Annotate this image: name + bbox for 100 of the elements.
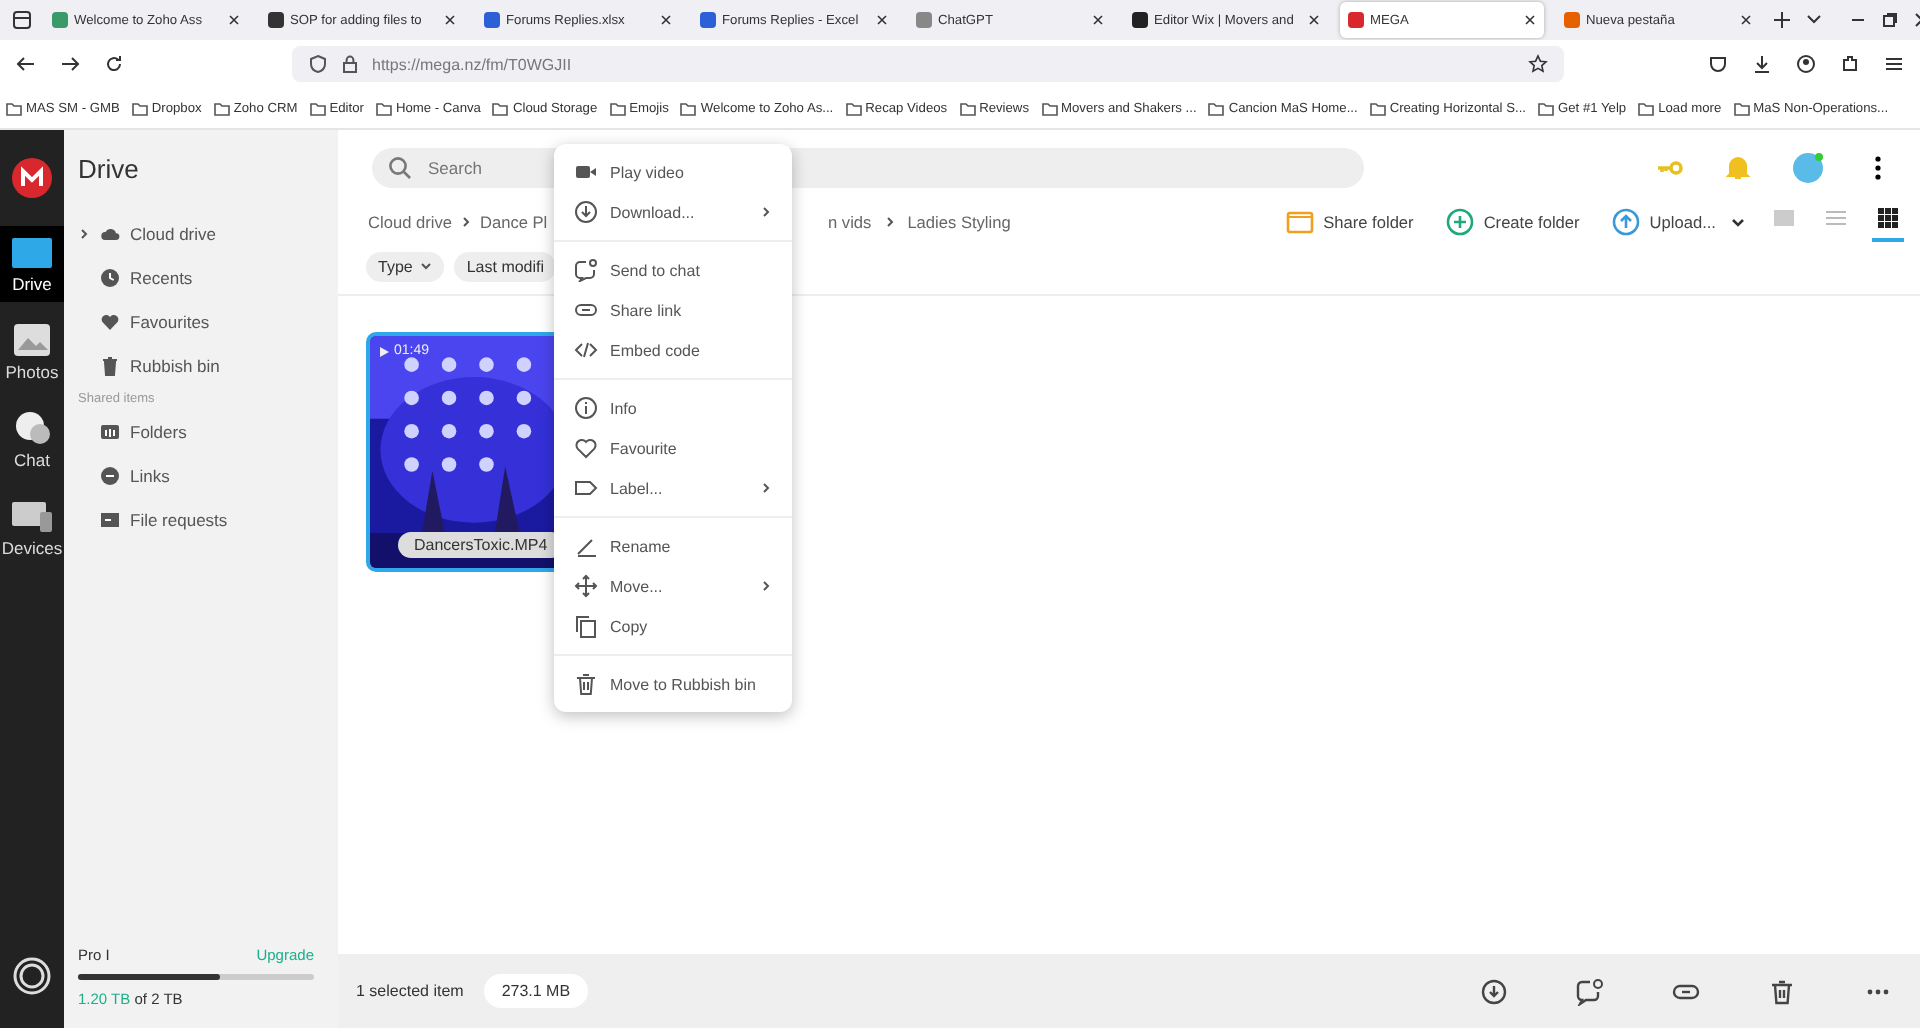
folder-icon bbox=[1537, 101, 1554, 115]
folder-icon bbox=[10, 234, 54, 270]
close-icon[interactable] bbox=[876, 14, 888, 26]
close-icon[interactable] bbox=[228, 14, 240, 26]
close-icon[interactable] bbox=[1092, 14, 1104, 26]
sidebar-item[interactable]: Rubbish bin bbox=[78, 344, 338, 388]
close-icon[interactable] bbox=[1740, 14, 1752, 26]
video-icon bbox=[574, 160, 598, 184]
rail-tab[interactable]: Photos bbox=[0, 314, 64, 390]
pocket-icon[interactable] bbox=[1708, 54, 1728, 74]
download-icon[interactable] bbox=[1752, 54, 1772, 74]
folder-icon bbox=[492, 101, 509, 115]
close-icon[interactable] bbox=[1524, 14, 1536, 26]
selection-size: 273.1 MB bbox=[483, 974, 589, 1008]
folder-icon bbox=[680, 101, 697, 115]
folder-icon bbox=[131, 101, 148, 115]
toolbar-button[interactable]: Upload... bbox=[1611, 208, 1716, 236]
site-icon bbox=[268, 12, 284, 28]
toolbar-button[interactable]: Create folder bbox=[1445, 208, 1580, 236]
copy-icon bbox=[574, 614, 598, 638]
grid-icon bbox=[1876, 206, 1900, 230]
shield-icon bbox=[308, 54, 328, 74]
folders-icon bbox=[100, 422, 120, 442]
breadcrumb-link[interactable]: Cloud drive bbox=[368, 212, 452, 232]
address-bar[interactable]: https://mega.nz/fm/T0WGJII bbox=[292, 46, 1564, 82]
folder-icon bbox=[845, 101, 862, 115]
menu-item[interactable]: Download... bbox=[554, 192, 792, 232]
sidebar-item[interactable]: Recents bbox=[78, 256, 338, 300]
breadcrumb-link[interactable]: n vids bbox=[828, 212, 872, 232]
menu-item[interactable]: Move... bbox=[554, 566, 792, 606]
new-tab-icon[interactable] bbox=[1772, 10, 1792, 30]
extensions-icon[interactable] bbox=[1840, 54, 1860, 74]
rail-tab[interactable]: Chat bbox=[0, 402, 64, 478]
chevron-right-icon bbox=[883, 216, 896, 228]
rail-tab[interactable]: Drive bbox=[0, 226, 64, 302]
mega-logo[interactable] bbox=[12, 158, 52, 198]
close-icon[interactable] bbox=[660, 14, 672, 26]
lock-icon bbox=[340, 54, 360, 74]
site-icon bbox=[52, 12, 68, 28]
chat-icon bbox=[574, 258, 598, 282]
folder-icon bbox=[6, 101, 22, 115]
site-icon bbox=[1132, 12, 1148, 28]
link-icon bbox=[100, 466, 120, 486]
close-icon[interactable] bbox=[1308, 14, 1320, 26]
menu-item[interactable]: Share link bbox=[554, 290, 792, 330]
filter-chip[interactable]: Type bbox=[366, 251, 445, 281]
upload-icon bbox=[1611, 208, 1640, 236]
back-icon[interactable] bbox=[16, 54, 36, 74]
sidebar-item[interactable]: File requests bbox=[78, 498, 338, 542]
heart-icon bbox=[574, 436, 598, 460]
link-icon bbox=[574, 298, 598, 322]
download-icon bbox=[574, 200, 598, 224]
star-icon[interactable] bbox=[1528, 54, 1548, 74]
menu-item[interactable]: Move to Rubbish bin bbox=[554, 664, 792, 704]
bin-icon bbox=[100, 356, 120, 376]
site-icon bbox=[700, 12, 716, 28]
forward-icon[interactable] bbox=[60, 54, 80, 74]
breadcrumb-link[interactable]: Dance Pl bbox=[479, 212, 548, 232]
breadcrumb-link[interactable]: Ladies Styling bbox=[907, 212, 1011, 232]
send-to-chat-icon[interactable] bbox=[1576, 977, 1604, 1005]
view-toggle[interactable] bbox=[1872, 202, 1904, 242]
rail-tab[interactable]: Devices bbox=[0, 490, 64, 566]
menu-icon[interactable] bbox=[1884, 54, 1904, 74]
sidebar-item[interactable]: Folders bbox=[78, 410, 338, 454]
menu-item[interactable]: Send to chat bbox=[554, 250, 792, 290]
menu-item[interactable]: Play video bbox=[554, 152, 792, 192]
play-icon bbox=[378, 345, 390, 357]
download-icon[interactable] bbox=[1480, 977, 1508, 1005]
tab-list-icon[interactable] bbox=[12, 10, 32, 30]
site-icon bbox=[916, 12, 932, 28]
sidebar-item[interactable]: Favourites bbox=[78, 300, 338, 344]
plus-circle-icon bbox=[1445, 208, 1474, 236]
clock-icon bbox=[100, 268, 120, 288]
image-icon bbox=[1772, 206, 1796, 230]
site-icon bbox=[1348, 12, 1364, 28]
restore-icon[interactable] bbox=[1880, 10, 1900, 30]
toolbar-button[interactable]: Share folder bbox=[1285, 208, 1414, 236]
sidebar-item[interactable]: Links bbox=[78, 454, 338, 498]
transfer-icon[interactable] bbox=[12, 956, 52, 996]
devices-icon bbox=[10, 498, 54, 534]
reload-icon[interactable] bbox=[104, 54, 124, 74]
filter-chip[interactable]: Last modifi bbox=[454, 251, 557, 281]
rename-icon bbox=[574, 534, 598, 558]
bin-icon[interactable] bbox=[1768, 977, 1796, 1005]
selection-count: 1 selected item bbox=[356, 982, 464, 1000]
info-icon bbox=[574, 396, 598, 420]
chevron-right-icon[interactable] bbox=[78, 228, 90, 240]
sidebar-item[interactable]: Cloud drive bbox=[78, 212, 338, 256]
close-icon[interactable] bbox=[444, 14, 456, 26]
photo-icon bbox=[10, 322, 54, 358]
bin-icon bbox=[574, 672, 598, 696]
url-text: https://mega.nz/fm/T0WGJII bbox=[372, 55, 572, 73]
chat-bubble-icon bbox=[10, 410, 54, 446]
code-icon bbox=[574, 338, 598, 362]
folder-icon bbox=[213, 101, 230, 115]
folder-icon bbox=[309, 101, 326, 115]
menu-item[interactable]: Copy bbox=[554, 606, 792, 646]
folder-icon bbox=[609, 101, 626, 115]
account-icon[interactable] bbox=[1796, 54, 1816, 74]
move-icon bbox=[574, 574, 598, 598]
